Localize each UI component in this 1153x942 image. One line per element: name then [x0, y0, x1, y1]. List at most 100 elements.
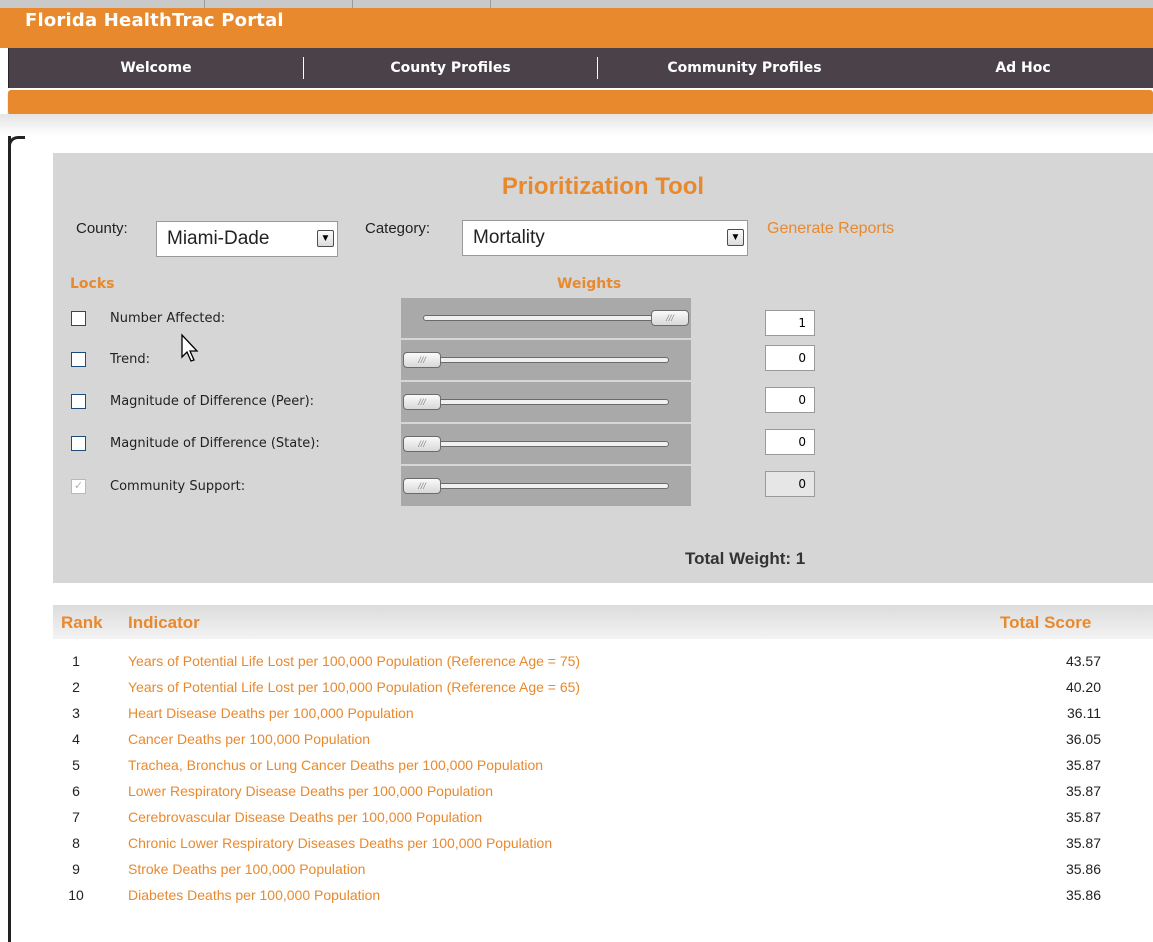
- content-frame-edge: [8, 136, 11, 942]
- indicator-link[interactable]: Years of Potential Life Lost per 100,000…: [128, 679, 580, 695]
- check-icon: ✓: [73, 480, 84, 492]
- score-cell: 35.87: [1065, 809, 1101, 825]
- slider-track[interactable]: [423, 315, 663, 321]
- weight-input-magnitude-peer[interactable]: 0: [765, 387, 815, 413]
- sub-nav-bar: [8, 90, 1153, 114]
- weight-input-trend[interactable]: 0: [765, 345, 815, 371]
- weight-label: Trend:: [110, 352, 150, 367]
- score-cell: 40.20: [1065, 679, 1101, 695]
- score-cell: 43.57: [1065, 653, 1101, 669]
- nav-ad-hoc[interactable]: Ad Hoc: [892, 48, 1153, 88]
- weight-slider-magnitude-state[interactable]: ///: [401, 424, 691, 464]
- table-row: 6 Lower Respiratory Disease Deaths per 1…: [53, 779, 1153, 805]
- weight-input-community-support: 0: [765, 471, 815, 497]
- score-cell: 35.87: [1065, 757, 1101, 773]
- slider-track[interactable]: [431, 399, 669, 405]
- rank-cell: 5: [72, 757, 80, 773]
- rank-cell: 1: [72, 653, 80, 669]
- score-cell: 35.86: [1065, 861, 1101, 877]
- table-row: 9 Stroke Deaths per 100,000 Population 3…: [53, 857, 1153, 883]
- slider-thumb[interactable]: ///: [403, 352, 441, 368]
- weights-heading: Weights: [557, 276, 622, 292]
- nav-county-profiles[interactable]: County Profiles: [304, 48, 597, 88]
- header-shadow: [0, 114, 1153, 136]
- app-title: Florida HealthTrac Portal: [25, 10, 284, 31]
- indicator-column-header[interactable]: Indicator: [128, 613, 200, 633]
- chevron-down-icon[interactable]: ▼: [317, 230, 334, 247]
- total-weight: Total Weight: 1: [685, 549, 806, 568]
- lock-checkbox-magnitude-state[interactable]: [71, 436, 86, 451]
- score-column-header[interactable]: Total Score: [1000, 613, 1091, 633]
- table-row: 10 Diabetes Deaths per 100,000 Populatio…: [53, 883, 1153, 909]
- weight-input-number-affected[interactable]: 1: [765, 310, 815, 336]
- table-row: 8 Chronic Lower Respiratory Diseases Dea…: [53, 831, 1153, 857]
- table-row: 2 Years of Potential Life Lost per 100,0…: [53, 675, 1153, 701]
- indicator-link[interactable]: Lower Respiratory Disease Deaths per 100…: [128, 783, 493, 799]
- indicator-link[interactable]: Trachea, Bronchus or Lung Cancer Deaths …: [128, 757, 543, 773]
- lock-checkbox-community-support: ✓: [71, 479, 86, 494]
- tab-divider: [352, 0, 353, 8]
- table-row: 4 Cancer Deaths per 100,000 Population 3…: [53, 727, 1153, 753]
- rank-cell: 6: [72, 783, 80, 799]
- weight-input-magnitude-state[interactable]: 0: [765, 429, 815, 455]
- generate-reports-link[interactable]: Generate Reports: [767, 220, 894, 238]
- indicator-link[interactable]: Diabetes Deaths per 100,000 Population: [128, 887, 380, 903]
- slider-track[interactable]: [431, 441, 669, 447]
- slider-track[interactable]: [431, 357, 669, 363]
- tab-divider: [490, 0, 491, 8]
- category-label: Category:: [365, 220, 431, 237]
- slider-track[interactable]: [431, 483, 669, 489]
- weight-label: Magnitude of Difference (Peer):: [110, 394, 315, 409]
- tab-divider: [204, 0, 205, 8]
- rank-cell: 10: [68, 887, 84, 903]
- slider-thumb[interactable]: ///: [403, 394, 441, 410]
- lock-checkbox-trend[interactable]: [71, 352, 86, 367]
- score-cell: 35.87: [1065, 835, 1101, 851]
- county-label: County:: [76, 220, 128, 237]
- score-cell: 36.05: [1065, 731, 1101, 747]
- window-top-strip: [0, 0, 1153, 8]
- indicator-link[interactable]: Stroke Deaths per 100,000 Population: [128, 861, 365, 877]
- nav-welcome[interactable]: Welcome: [9, 48, 303, 88]
- rank-cell: 4: [72, 731, 80, 747]
- indicator-link[interactable]: Heart Disease Deaths per 100,000 Populat…: [128, 705, 414, 721]
- results-table-header: Rank Indicator Total Score: [53, 605, 1153, 639]
- chevron-down-icon[interactable]: ▼: [727, 229, 744, 246]
- county-select[interactable]: Miami-Dade ▼: [156, 221, 338, 257]
- weight-slider-trend[interactable]: ///: [401, 340, 691, 380]
- slider-thumb[interactable]: ///: [403, 436, 441, 452]
- weight-slider-number-affected[interactable]: ///: [401, 298, 691, 338]
- indicator-link[interactable]: Chronic Lower Respiratory Diseases Death…: [128, 835, 552, 851]
- lock-checkbox-number-affected[interactable]: [71, 311, 86, 326]
- table-row: 3 Heart Disease Deaths per 100,000 Popul…: [53, 701, 1153, 727]
- rank-cell: 7: [72, 809, 80, 825]
- rank-cell: 3: [72, 705, 80, 721]
- county-select-value: Miami-Dade: [167, 228, 270, 249]
- rank-cell: 9: [72, 861, 80, 877]
- weight-label: Number Affected:: [110, 311, 226, 326]
- weight-label: Community Support:: [110, 479, 246, 494]
- score-cell: 35.87: [1065, 783, 1101, 799]
- rank-cell: 8: [72, 835, 80, 851]
- category-select-value: Mortality: [473, 227, 545, 248]
- prioritization-panel: Prioritization Tool County: Miami-Dade ▼…: [53, 153, 1153, 583]
- rank-cell: 2: [72, 679, 80, 695]
- table-row: 7 Cerebrovascular Disease Deaths per 100…: [53, 805, 1153, 831]
- weight-label: Magnitude of Difference (State):: [110, 436, 320, 451]
- indicator-link[interactable]: Cancer Deaths per 100,000 Population: [128, 731, 370, 747]
- app-header: Florida HealthTrac Portal: [0, 8, 1153, 48]
- rank-column-header[interactable]: Rank: [61, 613, 103, 633]
- weight-slider-community-support[interactable]: ///: [401, 466, 691, 506]
- indicator-link[interactable]: Cerebrovascular Disease Deaths per 100,0…: [128, 809, 482, 825]
- score-cell: 35.86: [1065, 887, 1101, 903]
- indicator-link[interactable]: Years of Potential Life Lost per 100,000…: [128, 653, 580, 669]
- weight-slider-magnitude-peer[interactable]: ///: [401, 382, 691, 422]
- category-select[interactable]: Mortality ▼: [462, 220, 748, 256]
- slider-thumb[interactable]: ///: [651, 310, 689, 326]
- lock-checkbox-magnitude-peer[interactable]: [71, 394, 86, 409]
- slider-thumb[interactable]: ///: [403, 478, 441, 494]
- score-cell: 36.11: [1067, 705, 1101, 721]
- mouse-pointer-icon: [181, 333, 199, 362]
- nav-community-profiles[interactable]: Community Profiles: [598, 48, 891, 88]
- locks-heading: Locks: [70, 276, 115, 292]
